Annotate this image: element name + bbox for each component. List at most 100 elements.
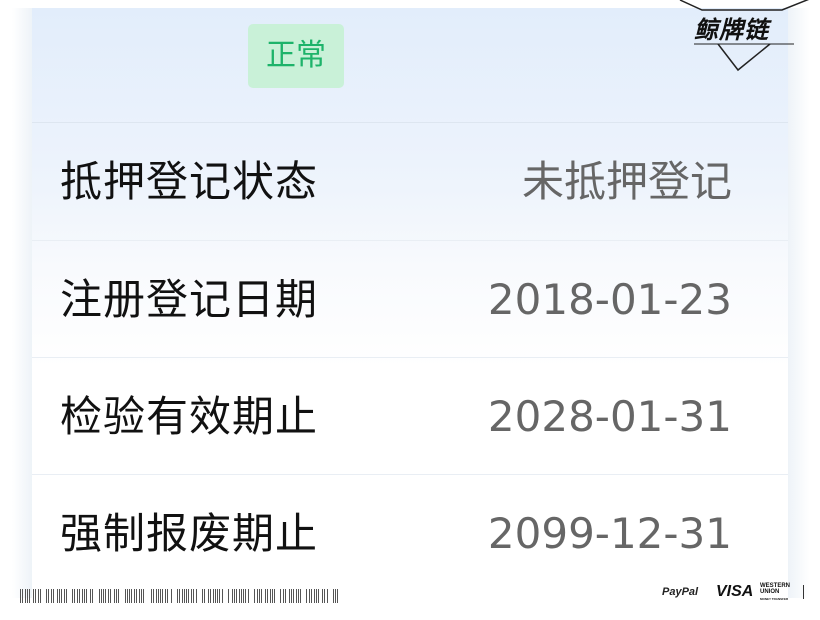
barcode-bar <box>129 589 130 603</box>
barcode-bar <box>327 589 328 603</box>
barcode-bar <box>141 589 142 603</box>
barcode-bar <box>74 589 75 603</box>
barcode-bar <box>33 589 34 603</box>
barcode-bar <box>92 589 93 603</box>
barcode-bar <box>25 589 26 603</box>
barcode-bar <box>193 589 194 603</box>
barcode-bar <box>236 589 237 603</box>
right-edge-shadow <box>788 8 810 598</box>
barcode-bar <box>293 589 294 603</box>
barcode-bar <box>184 589 185 603</box>
barcode-bar <box>46 589 47 603</box>
status-badge: 正常 <box>248 24 344 88</box>
barcode-strip-icon <box>20 589 338 603</box>
row-label: 注册登记日期 <box>60 275 319 324</box>
barcode-bar <box>51 589 52 603</box>
barcode-bar <box>151 589 152 603</box>
barcode-bar <box>64 589 65 603</box>
barcode-bar <box>171 589 172 603</box>
logo-divider <box>803 585 804 599</box>
barcode-bar <box>261 589 262 603</box>
barcode-bar <box>245 589 246 603</box>
barcode-bar <box>66 589 67 603</box>
barcode-bar <box>280 589 281 603</box>
barcode-bar <box>285 589 286 603</box>
barcode-bar <box>131 589 132 603</box>
barcode-bar <box>86 589 87 603</box>
barcode-bar <box>333 589 334 603</box>
barcode-bar <box>274 589 275 603</box>
barcode-bar <box>309 589 310 603</box>
barcode-bar <box>77 589 78 603</box>
barcode-bar <box>29 589 30 603</box>
barcode-bar <box>22 589 23 603</box>
barcode-bar <box>232 589 233 603</box>
info-row-registration-date: 注册登记日期 2018-01-23 <box>32 240 788 358</box>
barcode-bar <box>40 589 41 603</box>
barcode-bar <box>267 589 268 603</box>
barcode-bar <box>38 589 39 603</box>
barcode-bar <box>291 589 292 603</box>
barcode-bar <box>143 589 144 603</box>
barcode-bar <box>160 589 161 603</box>
barcode-bar <box>177 589 178 603</box>
barcode-bar <box>289 589 290 603</box>
barcode-bar <box>210 589 211 603</box>
barcode-bar <box>298 589 299 603</box>
barcode-bar <box>322 589 323 603</box>
barcode-bar <box>265 589 266 603</box>
barcode-bar <box>296 589 297 603</box>
barcode-bar <box>59 589 60 603</box>
barcode-bar <box>114 589 115 603</box>
barcode-bar <box>191 589 192 603</box>
info-row-mortgage-status: 抵押登记状态 未抵押登记 <box>32 123 788 240</box>
barcode-bar <box>186 589 187 603</box>
barcode-bar <box>270 589 271 603</box>
barcode-bar <box>27 589 28 603</box>
watermark-logo: 鲸牌链 <box>672 0 812 76</box>
row-value: 2028-01-31 <box>487 392 732 441</box>
barcode-bar <box>179 589 180 603</box>
barcode-bar <box>182 589 183 603</box>
barcode-bar <box>208 589 209 603</box>
barcode-bar <box>127 589 128 603</box>
barcode-bar <box>306 589 307 603</box>
barcode-bar <box>239 589 240 603</box>
barcode-bar <box>84 589 85 603</box>
barcode-bar <box>99 589 100 603</box>
info-row-inspection-valid-until: 检验有效期止 2028-01-31 <box>32 357 788 475</box>
barcode-bar <box>48 589 49 603</box>
barcode-bar <box>204 589 205 603</box>
barcode-bar <box>217 589 218 603</box>
barcode-bar <box>57 589 58 603</box>
barcode-bar <box>248 589 249 603</box>
barcode-bar <box>165 589 166 603</box>
barcode-bar <box>158 589 159 603</box>
barcode-bar <box>105 589 106 603</box>
barcode-bar <box>134 589 135 603</box>
left-edge-shadow <box>12 8 32 598</box>
barcode-bar <box>213 589 214 603</box>
info-row-scrap-deadline: 强制报废期止 2099-12-31 <box>32 474 788 592</box>
barcode-bar <box>228 589 229 603</box>
barcode-bar <box>90 589 91 603</box>
barcode-bar <box>53 589 54 603</box>
barcode-bar <box>35 589 36 603</box>
western-union-logo: WESTERN UNION MONEY TRANSFER <box>760 583 790 602</box>
logo-text: 鲸牌链 <box>694 16 769 44</box>
barcode-bar <box>283 589 284 603</box>
barcode-bar <box>259 589 260 603</box>
barcode-bar <box>101 589 102 603</box>
barcode-bar <box>314 589 315 603</box>
western-union-line2: UNION <box>760 589 780 595</box>
barcode-bar <box>202 589 203 603</box>
row-label: 强制报废期止 <box>60 509 319 558</box>
payment-logos: PayPal VISA WESTERN UNION MONEY TRANSFER <box>660 582 810 604</box>
barcode-bar <box>311 589 312 603</box>
barcode-bar <box>254 589 255 603</box>
barcode-bar <box>300 589 301 603</box>
barcode-bar <box>234 589 235 603</box>
barcode-bar <box>118 589 119 603</box>
barcode-bar <box>82 589 83 603</box>
row-value: 2099-12-31 <box>487 509 732 558</box>
